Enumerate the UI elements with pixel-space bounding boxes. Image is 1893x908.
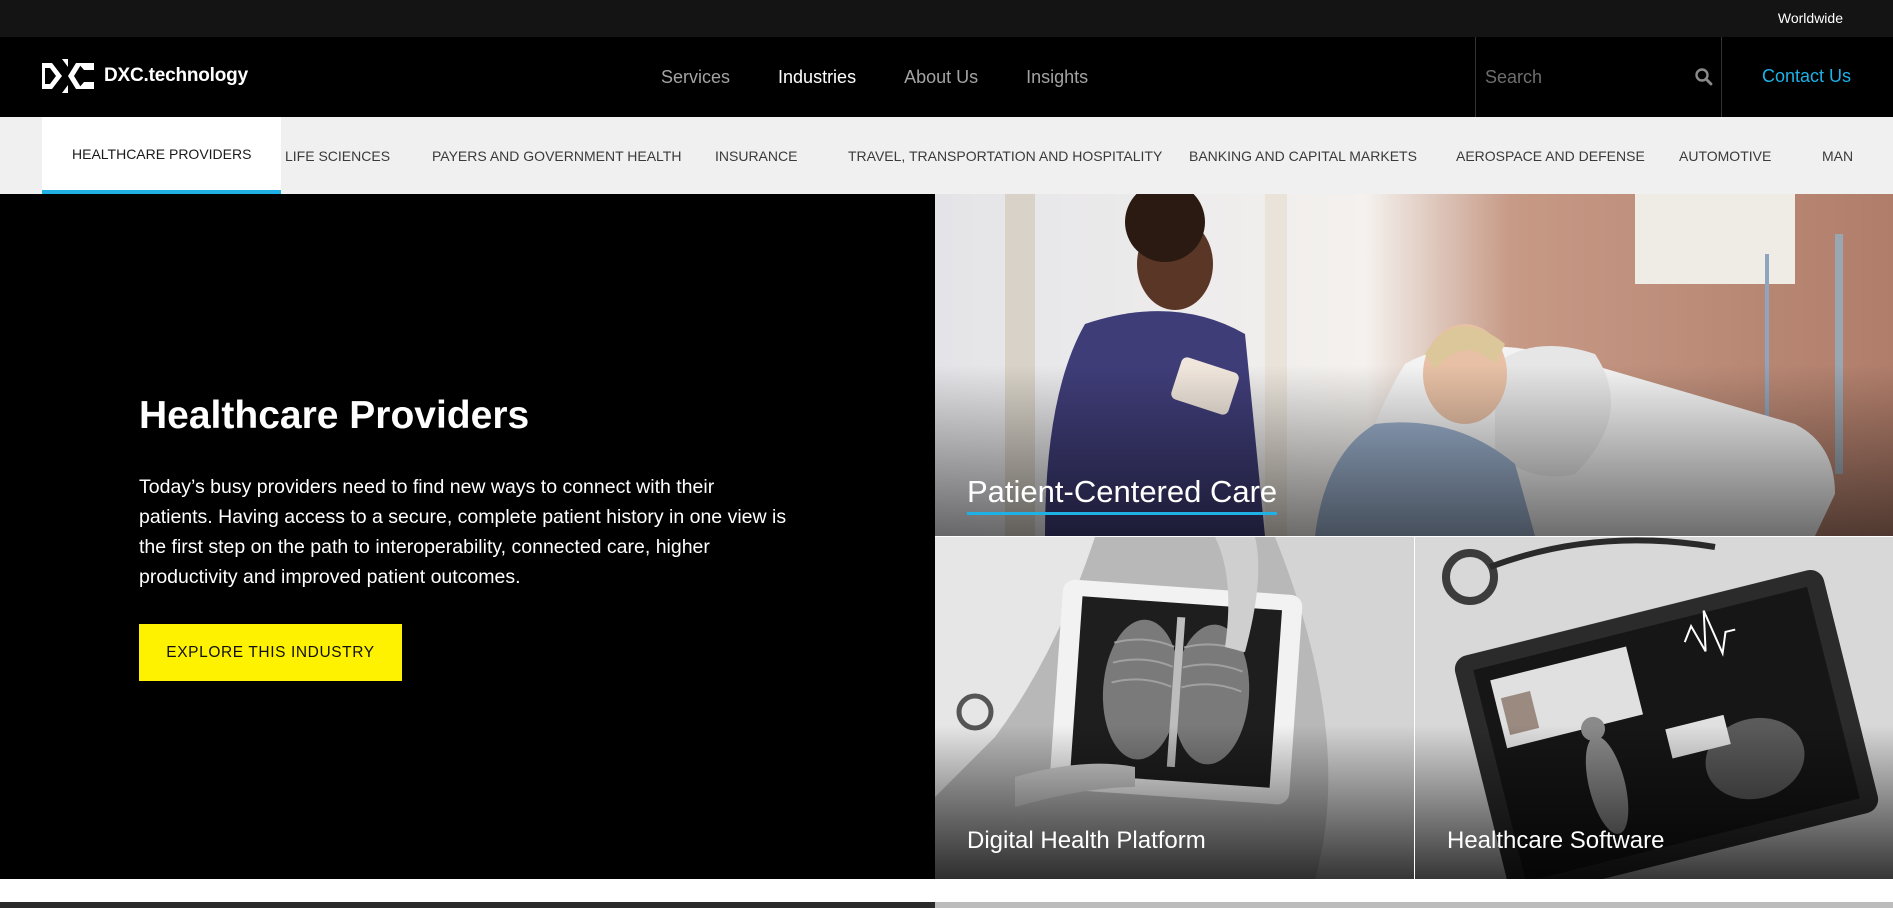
tab-travel-transportation-hospitality[interactable]: TRAVEL, TRANSPORTATION AND HOSPITALITY bbox=[848, 117, 1162, 194]
search-input[interactable] bbox=[1485, 63, 1685, 91]
tab-automotive[interactable]: AUTOMOTIVE bbox=[1679, 117, 1771, 194]
hero-description: Today’s busy providers need to find new … bbox=[139, 476, 787, 588]
tab-banking-and-capital-markets[interactable]: BANKING AND CAPITAL MARKETS bbox=[1189, 117, 1417, 194]
contact-us-link[interactable]: Contact Us bbox=[1762, 66, 1851, 87]
nav-insights[interactable]: Insights bbox=[1026, 67, 1088, 88]
utility-bar: Worldwide bbox=[0, 0, 1893, 37]
industry-tabs: HEALTHCARE PROVIDERS LIFE SCIENCES PAYER… bbox=[0, 117, 1893, 194]
tile-label-healthcare-software: Healthcare Software bbox=[1447, 827, 1665, 854]
search-icon[interactable] bbox=[1694, 67, 1714, 87]
main-header: DXC.technology Services Industries About… bbox=[0, 37, 1893, 117]
tab-life-sciences[interactable]: LIFE SCIENCES bbox=[285, 117, 390, 194]
next-section-preview bbox=[0, 902, 1893, 908]
main-nav: Services Industries About Us Insights bbox=[661, 37, 1136, 117]
hero-title: Healthcare Providers bbox=[139, 394, 530, 437]
next-section-image bbox=[935, 902, 1893, 908]
tab-aerospace-and-defense[interactable]: AEROSPACE AND DEFENSE bbox=[1456, 117, 1645, 194]
dxc-logo-mark-icon bbox=[42, 59, 94, 93]
hero-panel: Healthcare Providers Today’s busy provid… bbox=[0, 194, 935, 879]
nav-industries[interactable]: Industries bbox=[778, 67, 856, 88]
tab-insurance[interactable]: INSURANCE bbox=[715, 117, 797, 194]
tile-label-patient-centered-care: Patient-Centered Care bbox=[967, 474, 1278, 515]
nav-about-us[interactable]: About Us bbox=[904, 67, 978, 88]
tab-payers-and-government-health[interactable]: PAYERS AND GOVERNMENT HEALTH bbox=[432, 117, 681, 194]
tab-manufacturing[interactable]: MAN bbox=[1822, 117, 1853, 194]
tile-digital-health-platform[interactable]: Digital Health Platform bbox=[935, 537, 1414, 879]
worldwide-link[interactable]: Worldwide bbox=[1778, 10, 1843, 26]
tile-healthcare-software[interactable]: Healthcare Software bbox=[1415, 537, 1893, 879]
nav-services[interactable]: Services bbox=[661, 67, 730, 88]
logo-text: DXC.technology bbox=[104, 65, 248, 86]
tab-healthcare-providers[interactable]: HEALTHCARE PROVIDERS bbox=[42, 117, 282, 194]
explore-industry-button[interactable]: EXPLORE THIS INDUSTRY bbox=[139, 624, 402, 681]
tile-label-digital-health-platform: Digital Health Platform bbox=[967, 827, 1206, 854]
search-box bbox=[1475, 37, 1722, 117]
tile-patient-centered-care[interactable]: Patient-Centered Care bbox=[935, 194, 1893, 536]
dxc-logo[interactable]: DXC.technology bbox=[42, 59, 248, 93]
